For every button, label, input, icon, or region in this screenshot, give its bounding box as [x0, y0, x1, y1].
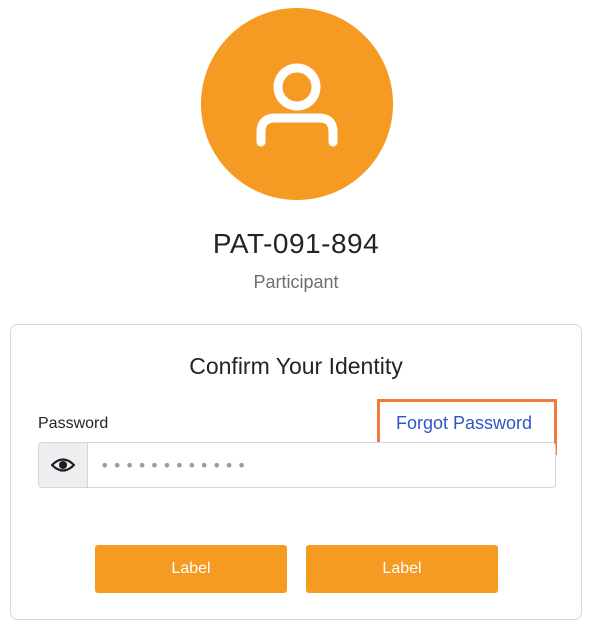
right-label-button[interactable]: Label — [306, 545, 498, 593]
password-input[interactable] — [88, 443, 555, 487]
page: PAT-091-894 Participant Confirm Your Ide… — [0, 0, 592, 632]
password-input-group — [38, 442, 556, 488]
card-title: Confirm Your Identity — [189, 353, 403, 379]
avatar — [201, 8, 393, 200]
forgot-password-link[interactable]: Forgot Password — [396, 413, 532, 434]
show-password-toggle[interactable] — [39, 443, 88, 487]
user-icon — [256, 63, 338, 147]
user-role: Participant — [253, 272, 339, 292]
left-label-button[interactable]: Label — [95, 545, 287, 593]
eye-icon — [51, 458, 75, 472]
confirm-identity-card: Confirm Your Identity Password Forgot Pa… — [10, 324, 582, 620]
user-id: PAT-091-894 — [212, 228, 380, 259]
password-label: Password — [38, 415, 109, 432]
